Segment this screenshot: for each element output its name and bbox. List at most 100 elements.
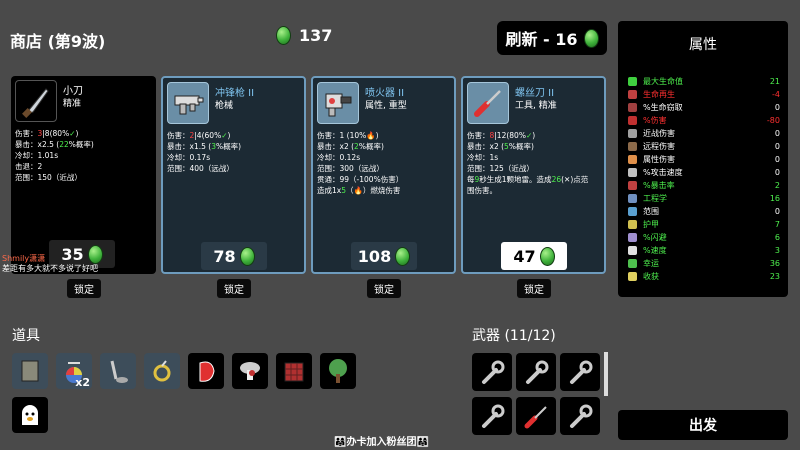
shop-card-knife[interactable]: 小刀 精准 伤害：3|8(80%✓) 暴击：x2.5 (22%概率) 冷却：1.01… bbox=[11, 76, 156, 274]
buy-price-button[interactable]: 78 bbox=[201, 242, 267, 270]
stat-line: 伤害：1 (10%🔥) bbox=[317, 131, 379, 140]
stat-label: %攻击速度 bbox=[643, 167, 683, 177]
card-stats: 伤害：3|8(80%✓) 暴击：x2.5 (22%概率) 冷却：1.01s 击退：2 范… bbox=[15, 128, 94, 183]
stat-line: 暴击：x2 (5%概率) bbox=[467, 142, 534, 151]
stat-icon bbox=[628, 89, 637, 99]
stat-label: 最大生命值 bbox=[643, 76, 683, 86]
weapons-scrollbar[interactable] bbox=[604, 352, 608, 396]
stat-row: %生命窃取 0 bbox=[628, 101, 780, 113]
material-gem-icon bbox=[395, 246, 411, 266]
stat-label: 收获 bbox=[643, 271, 659, 281]
wrench-icon bbox=[570, 360, 593, 384]
item-slot[interactable] bbox=[12, 353, 48, 389]
stat-value: 16 bbox=[769, 193, 780, 203]
stat-icon bbox=[628, 115, 637, 125]
item-slot[interactable] bbox=[232, 353, 268, 389]
chat-message: 差距有多大就不多说了好吧 bbox=[2, 264, 98, 273]
weapon-slot[interactable] bbox=[560, 353, 600, 391]
material-gem-icon bbox=[239, 246, 255, 266]
card-class: 属性, 重型 bbox=[365, 101, 407, 111]
stat-icon bbox=[628, 232, 637, 242]
stat-value: 36 bbox=[769, 258, 780, 268]
stats-title: 属性 bbox=[689, 37, 717, 53]
lock-button[interactable]: 锁定 bbox=[367, 279, 401, 298]
stat-row: 收获 23 bbox=[628, 270, 780, 282]
card-class: 工具, 精准 bbox=[515, 101, 557, 111]
stat-icon bbox=[628, 258, 637, 268]
stat-row: %攻击速度 0 bbox=[628, 166, 780, 178]
stat-row: 远程伤害 0 bbox=[628, 140, 780, 152]
item-slot[interactable] bbox=[320, 353, 356, 389]
stat-line: 暴击：x1.5 (3%概率) bbox=[167, 142, 242, 151]
stat-label: %生命窃取 bbox=[643, 102, 683, 112]
chat-user: Shmily潇潇 bbox=[2, 254, 46, 263]
weapons-title: 武器 (11/12) bbox=[472, 328, 556, 344]
weapon-slot[interactable] bbox=[516, 397, 556, 435]
go-button[interactable]: 出发 bbox=[618, 410, 788, 440]
vest-item-icon bbox=[21, 360, 39, 382]
materials-value: 137 bbox=[299, 26, 333, 45]
item-slot[interactable]: x2 bbox=[56, 353, 92, 389]
screwdriver-icon bbox=[524, 406, 547, 429]
stat-line: 每9秒生成1颗地雷。造成26(✕)点范 bbox=[467, 175, 589, 184]
item-slot[interactable] bbox=[100, 353, 136, 389]
lock-button[interactable]: 锁定 bbox=[517, 279, 551, 298]
stat-icon bbox=[628, 141, 637, 151]
stat-line: 冷却：1.01s bbox=[15, 151, 59, 160]
stat-value: 0 bbox=[774, 154, 780, 164]
stat-row: 工程学 16 bbox=[628, 192, 780, 204]
lock-button[interactable]: 锁定 bbox=[217, 279, 251, 298]
card-name: 小刀 bbox=[63, 86, 83, 97]
stat-icon bbox=[628, 102, 637, 112]
lock-button[interactable]: 锁定 bbox=[67, 279, 101, 298]
stat-value: 7 bbox=[774, 219, 780, 229]
item-slot[interactable] bbox=[12, 397, 48, 433]
stat-line: 冷却：0.12s bbox=[317, 153, 361, 162]
stat-icon bbox=[628, 76, 637, 86]
stat-row: %暴击率 2 bbox=[628, 179, 780, 191]
item-slot[interactable] bbox=[276, 353, 312, 389]
stat-row: 生命再生 -4 bbox=[628, 88, 780, 100]
stat-value: 2 bbox=[774, 180, 780, 190]
stat-label: 属性伤害 bbox=[643, 154, 675, 164]
red-gem-item-icon bbox=[199, 361, 215, 382]
weapon-slot[interactable] bbox=[472, 353, 512, 391]
stat-label: 幸运 bbox=[643, 258, 659, 268]
card-stats: 伤害：2|4(60%✓) 暴击：x1.5 (3%概率) 冷却：0.17s 范围：400… bbox=[167, 130, 241, 174]
stat-line: 伤害：2|4(60%✓) bbox=[167, 131, 231, 140]
stat-row: %伤害 -80 bbox=[628, 114, 780, 126]
stat-line: 击退：2 bbox=[15, 162, 43, 171]
stat-icon bbox=[628, 128, 637, 138]
stat-label: %闪避 bbox=[643, 232, 667, 242]
lens-item-icon bbox=[153, 360, 171, 382]
stat-row: 护甲 7 bbox=[628, 218, 780, 230]
tree-item-icon bbox=[329, 359, 347, 383]
stat-value: 0 bbox=[774, 167, 780, 177]
shop-card-smg[interactable]: 冲锋枪 II 枪械 伤害：2|4(60%✓) 暴击：x1.5 (3%概率) 冷却：0… bbox=[161, 76, 306, 274]
stat-label: 远程伤害 bbox=[643, 141, 675, 151]
item-slot[interactable] bbox=[188, 353, 224, 389]
stat-icon bbox=[628, 245, 637, 255]
weapon-slot[interactable] bbox=[472, 397, 512, 435]
item-slot[interactable] bbox=[144, 353, 180, 389]
stat-label: 护甲 bbox=[643, 219, 659, 229]
stat-icon bbox=[628, 206, 637, 216]
items-title: 道具 bbox=[12, 328, 40, 344]
wrench-icon bbox=[526, 360, 549, 384]
reroll-button[interactable]: 刷新 - 16 bbox=[497, 21, 607, 55]
card-stats: 伤害：1 (10%🔥) 暴击：x2 (2%概率) 冷却：0.12s 范围：300（远战… bbox=[317, 130, 403, 196]
shop-card-flamethrower[interactable]: 喷火器 II 属性, 重型 伤害：1 (10%🔥) 暴击：x2 (2%概率) 冷却：… bbox=[311, 76, 456, 274]
stat-value: 0 bbox=[774, 128, 780, 138]
stat-line: 造成1x5（🔥）燃烧伤害 bbox=[317, 186, 401, 195]
weapon-slot[interactable] bbox=[560, 397, 600, 435]
shop-card-screwdriver[interactable]: 螺丝刀 II 工具, 精准 伤害：8|12(80%✓) 暴击：x2 (5%概率) 冷… bbox=[461, 76, 606, 274]
stat-line: 伤害：3|8(80%✓) bbox=[15, 129, 79, 138]
buy-price-button[interactable]: 47 bbox=[501, 242, 567, 270]
stat-label: 近战伤害 bbox=[643, 128, 675, 138]
stat-label: %速度 bbox=[643, 245, 667, 255]
weapon-slot[interactable] bbox=[516, 353, 556, 391]
stat-row: 范围 0 bbox=[628, 205, 780, 217]
stat-line: 范围：150（近战） bbox=[15, 173, 82, 182]
stat-line: 范围：400（远战） bbox=[167, 164, 234, 173]
buy-price-button[interactable]: 108 bbox=[351, 242, 417, 270]
